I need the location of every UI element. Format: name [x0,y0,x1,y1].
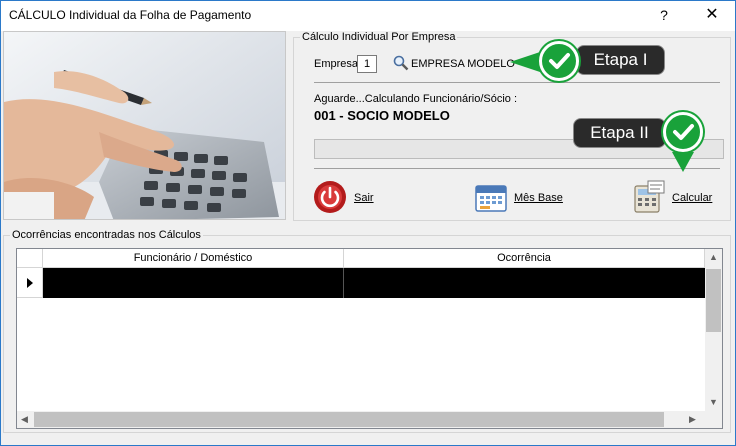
divider [314,168,720,169]
table-row[interactable] [43,268,705,298]
column-header-funcionario[interactable]: Funcionário / Doméstico [43,249,344,268]
cell-divider [343,268,344,298]
scroll-up-icon[interactable]: ▲ [709,252,718,262]
grid-header: Funcionário / Doméstico Ocorrência [17,249,705,268]
checkmark-icon [663,112,703,152]
ocorrencias-grid[interactable]: Funcionário / Doméstico Ocorrência ▲ ▼ ◀… [16,248,723,429]
scroll-right-icon[interactable]: ▶ [689,414,696,425]
sair-button[interactable]: Sair [312,180,374,216]
column-header-ocorrencia[interactable]: Ocorrência [344,249,705,268]
checkmark-icon [539,41,579,81]
step1-callout: Etapa I [576,45,665,75]
empresa-label: Empresa [314,58,359,70]
scroll-down-icon[interactable]: ▼ [709,397,718,407]
window-title: CÁLCULO Individual da Folha de Pagamento [9,8,252,22]
calcular-label: Calcular [672,192,713,204]
ocorrencias-group-title: Ocorrências encontradas nos Cálculos [10,229,203,241]
divider [314,82,720,83]
callout-pointer-arrow [510,52,540,72]
vertical-scroll-thumb[interactable] [706,269,721,332]
step2-callout: Etapa II [573,118,666,148]
callout-pointer-arrow [672,152,694,172]
search-icon[interactable] [392,54,410,72]
status-text: Aguarde...Calculando Funcionário/Sócio : [314,93,518,105]
close-button[interactable]: ✕ [689,1,735,31]
empresa-name: EMPRESA MODELO [411,58,515,70]
help-button[interactable]: ? [641,1,687,31]
empresa-group-title: Cálculo Individual Por Empresa [300,31,458,43]
horizontal-scrollbar[interactable]: ◀ ▶ [17,411,705,428]
power-icon [312,179,348,218]
title-bar: CÁLCULO Individual da Folha de Pagamento… [1,1,735,31]
horizontal-scroll-thumb[interactable] [34,412,664,427]
calendar-icon [474,181,508,216]
mes-base-button[interactable]: Mês Base [474,180,563,216]
scroll-corner [705,411,722,428]
vertical-scrollbar[interactable]: ▲ ▼ [705,249,722,411]
row-indicator[interactable] [17,268,43,298]
calculator-icon [632,180,666,217]
calcular-button[interactable]: Calcular [632,180,712,216]
app-window: CÁLCULO Individual da Folha de Pagamento… [0,0,736,446]
sair-label: Sair [354,192,374,204]
calculator-photo [3,31,286,220]
scroll-left-icon[interactable]: ◀ [21,414,28,425]
empresa-code-input[interactable]: 1 [357,55,377,73]
ocorrencias-group: Ocorrências encontradas nos Cálculos Fun… [3,229,731,433]
mes-base-label: Mês Base [514,192,563,204]
row-header-corner [17,249,43,268]
